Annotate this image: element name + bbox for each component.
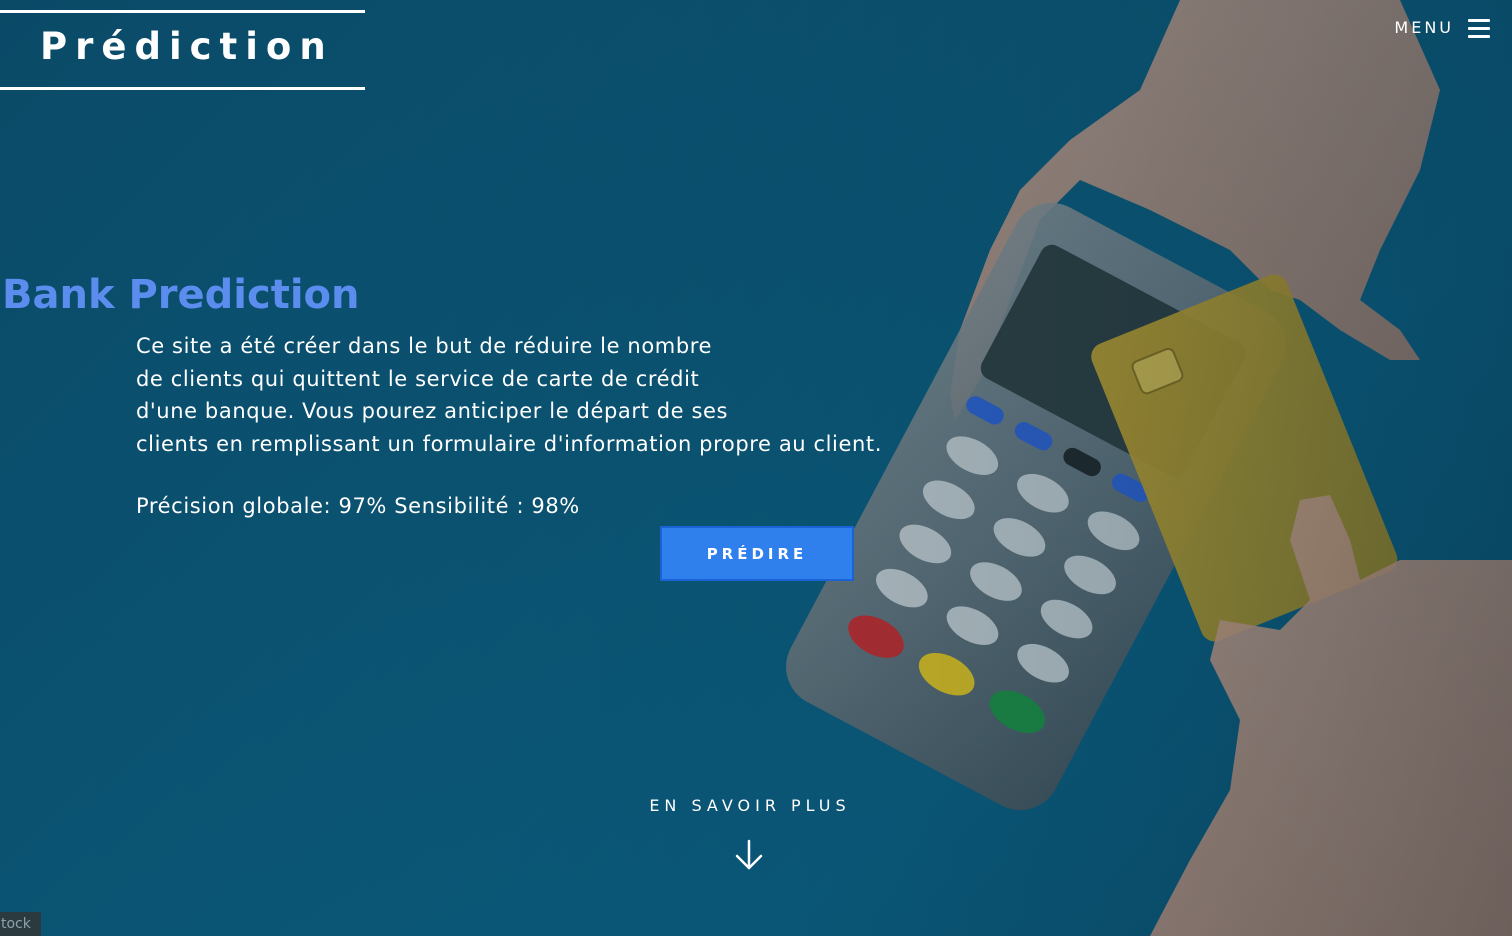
menu-label: MENU xyxy=(1394,18,1454,37)
menu-button[interactable]: MENU xyxy=(1394,18,1490,38)
intro-line: Ce site a été créer dans le but de rédui… xyxy=(136,334,713,358)
model-metrics: Précision globale: 97% Sensibilité : 98% xyxy=(136,494,580,518)
arrow-down-icon[interactable] xyxy=(733,838,765,872)
page-title: Bank Prediction xyxy=(2,272,360,318)
predict-button[interactable]: PRÉDIRE xyxy=(660,526,854,581)
intro-paragraph: Ce site a été créer dans le but de rédui… xyxy=(136,330,956,460)
intro-line: d'une banque. Vous pourez anticiper le d… xyxy=(136,399,729,423)
brand-logo[interactable]: Prédiction xyxy=(0,10,365,90)
hero-section: Prédiction MENU Bank Prediction Ce site … xyxy=(0,0,1512,936)
learn-more-link[interactable]: EN SAVOIR PLUS xyxy=(560,796,940,815)
hamburger-icon xyxy=(1468,18,1490,38)
brand-title: Prédiction xyxy=(40,25,334,68)
intro-line: de clients qui quittent le service de ca… xyxy=(136,366,700,391)
intro-line: clients en remplissant un formulaire d'i… xyxy=(136,431,883,456)
corner-badge: tock xyxy=(0,912,41,936)
